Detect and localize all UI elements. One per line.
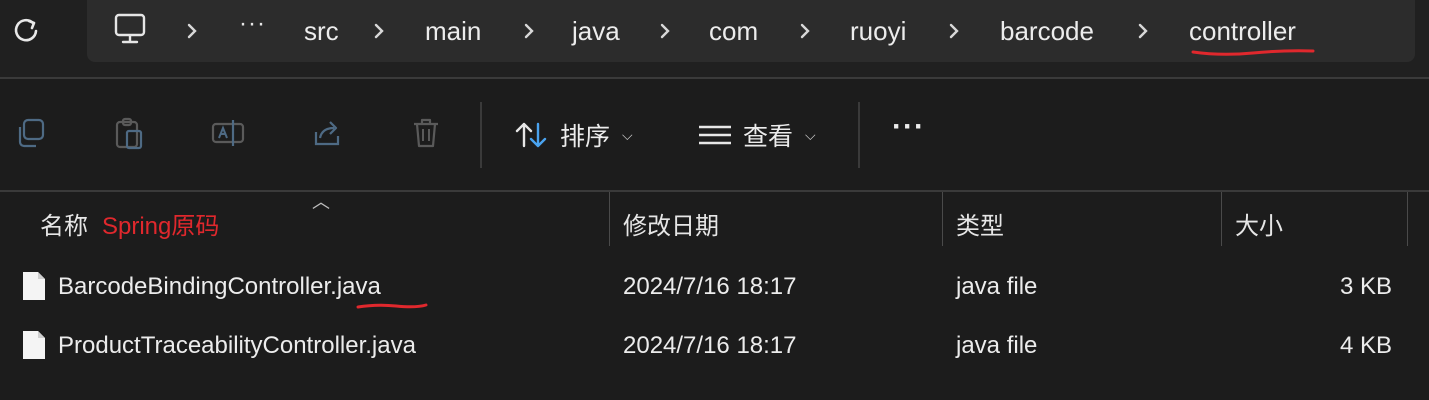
share-icon[interactable] [310,116,344,150]
file-modified: 2024/7/16 18:17 [623,273,797,300]
column-header-row: ︿ 名称 Spring原码 修改日期 类型 大小 [0,192,1429,250]
chevron-right-icon [374,23,384,39]
breadcrumb-item-com[interactable]: com [709,16,758,47]
column-header-name[interactable]: 名称 Spring原码 [40,206,219,241]
file-size: 4 KB [1339,332,1392,359]
breadcrumb-item-ruoyi[interactable]: ruoyi [850,16,906,47]
view-label: 查看 [743,123,794,151]
delete-icon[interactable] [409,116,443,150]
sort-icon [515,122,547,148]
copy-icon[interactable] [14,116,48,150]
file-size: 3 KB [1339,273,1392,300]
breadcrumb-item-main[interactable]: main [425,16,481,47]
breadcrumb-item-barcode[interactable]: barcode [1000,16,1094,47]
red-underline-annotation [356,303,428,309]
file-name: ProductTraceabilityController.java [58,332,416,360]
divider [0,77,1429,79]
column-header-modified[interactable]: 修改日期 [623,206,719,241]
command-toolbar: 排序 ⌵ 查看 ⌵ ··· [0,80,1429,190]
red-underline-annotation [1191,49,1315,56]
chevron-right-icon [949,23,959,39]
paste-icon[interactable] [112,116,146,150]
file-row[interactable]: ProductTraceabilityController.java 2024/… [0,318,1429,376]
chevron-right-icon [800,23,810,39]
chevron-down-icon: ⌵ [805,126,816,143]
chevron-right-icon [660,23,670,39]
chevron-right-icon [187,23,197,39]
file-modified: 2024/7/16 18:17 [623,332,797,359]
sort-label: 排序 [560,123,611,151]
column-divider[interactable] [1407,192,1408,246]
column-divider[interactable] [942,192,943,246]
file-name-base: BarcodeBindingController [58,273,331,300]
toolbar-separator [480,102,482,168]
address-bar[interactable]: ··· src main java com ruoyi barcode cont… [87,0,1415,62]
breadcrumb-overflow[interactable]: ··· [239,10,266,38]
breadcrumb-item-java[interactable]: java [572,16,620,47]
red-annotation-text: Spring原码 [102,213,220,240]
file-type: java file [956,273,1038,300]
navigation-bar: ··· src main java com ruoyi barcode cont… [0,0,1429,78]
view-button[interactable]: 查看 ⌵ [697,118,816,152]
chevron-right-icon [1138,23,1148,39]
file-icon [23,272,45,300]
computer-icon[interactable] [113,12,147,46]
column-divider[interactable] [609,192,610,246]
refresh-icon[interactable] [12,17,40,45]
file-name-base: ProductTraceabilityController [58,332,366,359]
column-header-name-label: 名称 [40,213,88,240]
sort-button[interactable]: 排序 ⌵ [514,118,633,152]
breadcrumb-item-src[interactable]: src [304,16,339,47]
chevron-down-icon: ⌵ [622,126,633,143]
file-name-ext: .java [365,332,416,359]
more-options-button[interactable]: ··· [892,110,925,144]
file-name-ext: .java [330,273,381,300]
file-type: java file [956,332,1038,359]
toolbar-separator [858,102,860,168]
view-list-icon [699,125,731,145]
column-divider[interactable] [1221,192,1222,246]
chevron-right-icon [524,23,534,39]
breadcrumb-item-controller[interactable]: controller [1189,16,1296,47]
column-header-size[interactable]: 大小 [1235,206,1283,241]
column-header-type[interactable]: 类型 [956,206,1004,241]
rename-icon[interactable] [211,116,245,150]
file-row[interactable]: BarcodeBindingController.java 2024/7/16 … [0,259,1429,317]
file-icon [23,331,45,359]
file-name: BarcodeBindingController.java [58,273,381,301]
sort-ascending-icon: ︿ [312,192,330,212]
